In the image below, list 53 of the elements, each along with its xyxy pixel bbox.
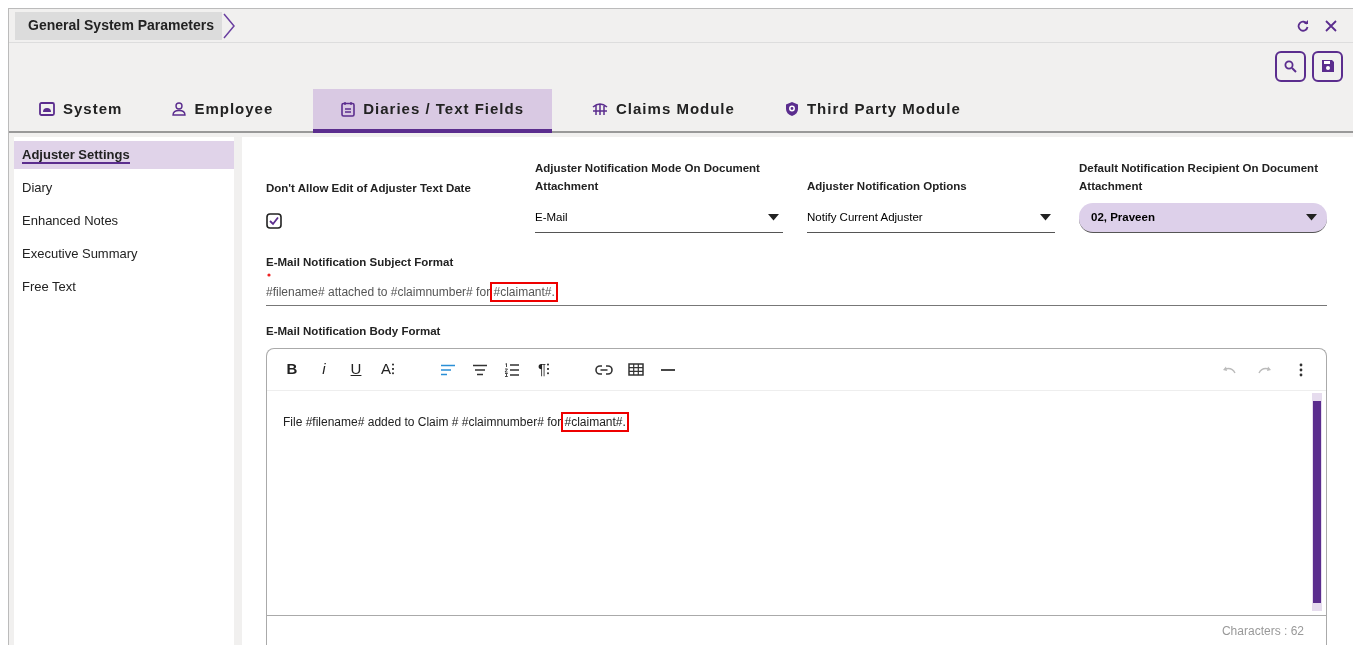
caret-down-icon (1306, 214, 1317, 221)
tab[interactable]: Claims Module (582, 89, 745, 133)
tab[interactable]: System (29, 89, 133, 133)
dropdown[interactable]: E-Mail (535, 203, 783, 233)
character-count: Characters : 62 (1221, 622, 1304, 640)
caret-down-icon (768, 214, 779, 221)
tab[interactable]: Third Party Module (774, 89, 971, 133)
horizontal-line-icon (661, 367, 675, 372)
monitor-icon (39, 102, 55, 116)
sidebar-item[interactable]: Executive Summary (14, 240, 234, 268)
format-button[interactable]: ¶⁝ (531, 356, 557, 383)
undo-icon (1222, 365, 1236, 374)
format-button[interactable]: A⁝ (375, 356, 401, 383)
dropdown[interactable]: Notify Current Adjuster (807, 203, 1055, 233)
person-icon (172, 102, 187, 116)
sidebar-item[interactable]: Adjuster Settings (14, 141, 234, 169)
breadcrumb-title: General System Parameters (15, 11, 222, 40)
field-label: Adjuster Notification Mode On Document Attachment (535, 161, 761, 194)
subject-input-field[interactable]: #filename# attached to #claimnumber# for #claimant#. (266, 277, 1327, 306)
align-left-icon (440, 363, 456, 376)
field-label: Adjuster Notification Options (807, 179, 968, 194)
field-label: Default Notification Recipient On Document Attachment (1079, 161, 1319, 194)
field-label: Don't Allow Edit of Adjuster Text Date (266, 181, 472, 196)
table-icon (628, 363, 644, 376)
body-text[interactable]: File #filename# added to Claim # #claimnumber# for #claimant#. (267, 391, 1312, 615)
bridge-icon (592, 102, 609, 116)
caret-down-icon (1040, 214, 1051, 221)
format-button[interactable]: i (311, 356, 337, 383)
numbered-list-icon (504, 362, 520, 377)
field-label: E-Mail Notification Subject Format (266, 256, 454, 268)
close-icon[interactable] (1325, 19, 1337, 32)
more-options-icon (1299, 362, 1303, 377)
calendar-icon (341, 101, 356, 117)
shield-icon (784, 101, 799, 117)
align-center-icon (472, 363, 488, 376)
tab[interactable]: Diaries / Text Fields (313, 89, 553, 133)
redo-icon (1258, 365, 1272, 374)
sidebar-item[interactable]: Enhanced Notes (14, 207, 234, 235)
search-button[interactable] (1275, 50, 1306, 82)
save-button[interactable] (1312, 50, 1343, 82)
format-button[interactable]: B (279, 356, 305, 383)
checkbox[interactable] (266, 213, 282, 229)
scrollbar[interactable] (1312, 393, 1322, 611)
chevron-right-icon (222, 11, 236, 40)
field-label: E-Mail Notification Body Format (266, 324, 442, 339)
sidebar-item[interactable]: Diary (14, 174, 234, 202)
tab[interactable]: Employee (162, 89, 284, 133)
format-button[interactable]: U (343, 356, 369, 383)
link-icon (595, 364, 613, 375)
search-icon (1284, 59, 1297, 73)
sidebar-item[interactable]: Free Text (14, 273, 234, 301)
refresh-icon[interactable] (1297, 19, 1309, 32)
dropdown[interactable]: 02, Praveen (1079, 203, 1327, 233)
